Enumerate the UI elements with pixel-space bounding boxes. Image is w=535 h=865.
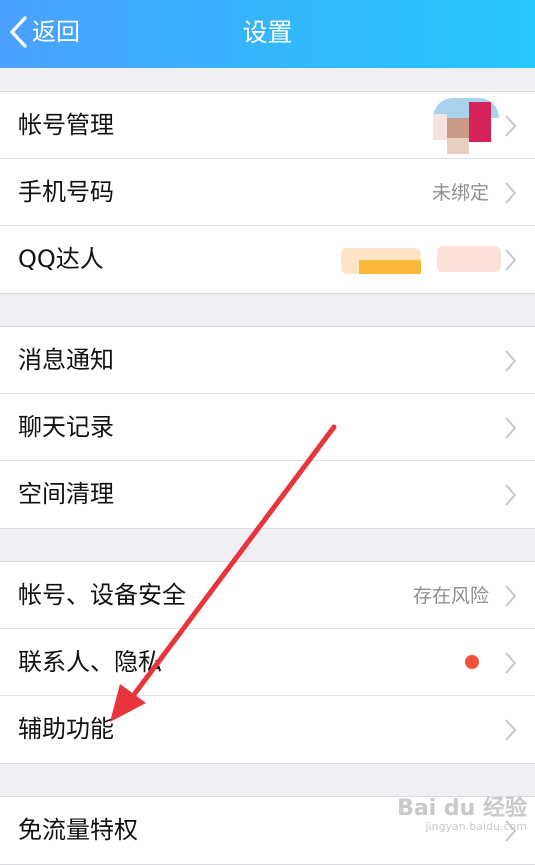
row-label: 空间清理 [18, 480, 114, 508]
chevron-right-icon [505, 484, 517, 506]
section-messages: 消息通知 聊天记录 空间清理 [0, 326, 535, 529]
row-account-device-security[interactable]: 帐号、设备安全 存在风险 [0, 562, 535, 629]
row-account-management[interactable]: 帐号管理 [0, 92, 535, 159]
row-qq-daren[interactable]: QQ达人 [0, 226, 535, 293]
chevron-right-icon [505, 652, 517, 674]
watermark-url: jingyan.baidu.com [425, 820, 527, 833]
row-label: 手机号码 [18, 178, 114, 206]
section-security: 帐号、设备安全 存在风险 联系人、隐私 辅助功能 [0, 561, 535, 764]
row-value: 存在风险 [412, 585, 489, 607]
row-value: 未绑定 [431, 182, 489, 204]
chevron-right-icon [505, 115, 517, 137]
watermark: Bai du 经验 jingyan.baidu.com [397, 797, 527, 833]
nav-bar: 返回 设置 [0, 0, 535, 68]
chevron-right-icon [505, 585, 517, 607]
row-chat-history[interactable]: 聊天记录 [0, 394, 535, 461]
chevron-right-icon [505, 719, 517, 741]
chevron-right-icon [505, 417, 517, 439]
row-label: 聊天记录 [18, 413, 114, 441]
row-accessibility[interactable]: 辅助功能 [0, 696, 535, 763]
row-label: 帐号管理 [18, 111, 114, 139]
row-message-notifications[interactable]: 消息通知 [0, 327, 535, 394]
chevron-right-icon [505, 350, 517, 372]
row-label: 联系人、隐私 [18, 648, 162, 676]
row-contacts-privacy[interactable]: 联系人、隐私 [0, 629, 535, 696]
row-label: 免流量特权 [18, 816, 138, 844]
watermark-logo: Bai du 经验 [397, 796, 527, 821]
row-phone-number[interactable]: 手机号码 未绑定 [0, 159, 535, 226]
chevron-right-icon [505, 249, 517, 271]
section-account: 帐号管理 手机号码 未绑定 QQ达人 [0, 91, 535, 294]
row-label: 辅助功能 [18, 715, 114, 743]
page-title: 设置 [242, 18, 293, 47]
row-storage-cleanup[interactable]: 空间清理 [0, 461, 535, 528]
row-label: QQ达人 [18, 245, 104, 273]
chevron-right-icon [505, 182, 517, 204]
row-label: 帐号、设备安全 [18, 581, 186, 609]
avatar [433, 98, 499, 154]
notification-dot [465, 655, 479, 669]
achievement-badges [341, 244, 501, 276]
row-label: 消息通知 [18, 346, 114, 374]
